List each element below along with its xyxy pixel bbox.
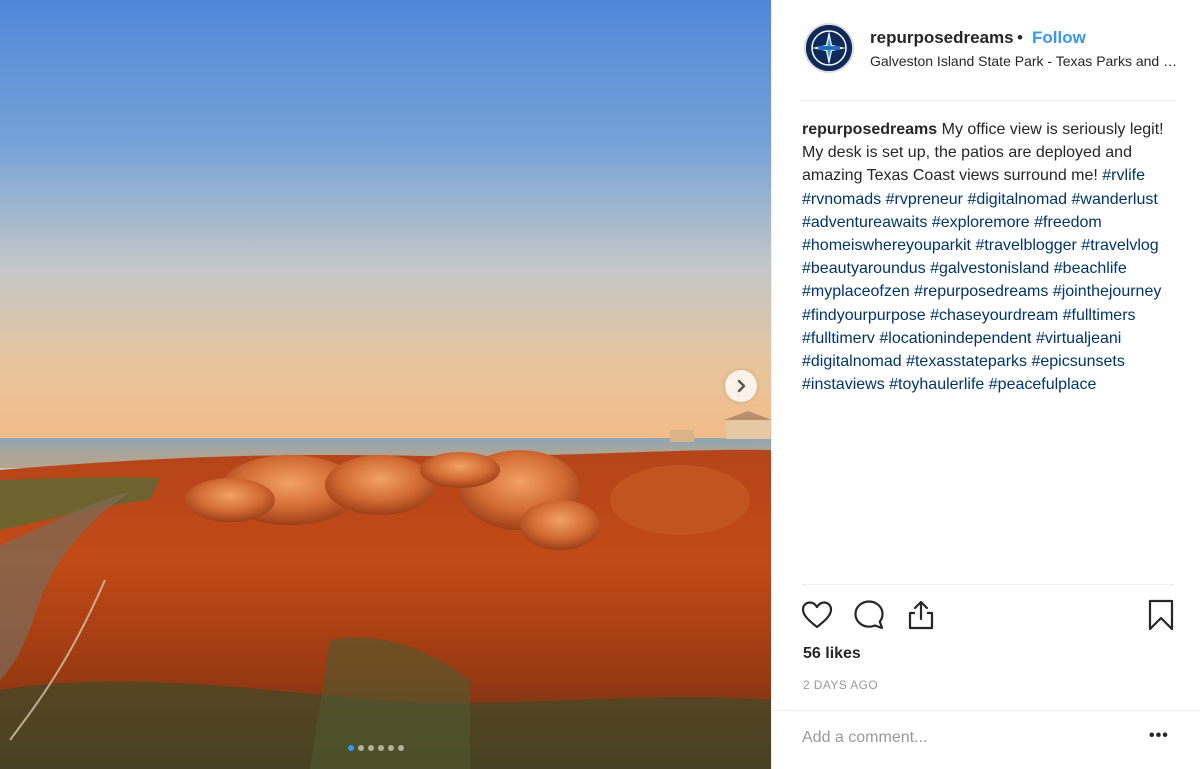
- hashtag-link[interactable]: #digitalnomad: [802, 353, 902, 370]
- compass-logo-icon: [806, 25, 852, 71]
- post-side-panel: repurposedreams • Follow Galveston Islan…: [771, 0, 1200, 769]
- hashtag-link[interactable]: #beachlife: [1054, 260, 1127, 277]
- hashtag-link[interactable]: #virtualjeani: [1036, 330, 1121, 347]
- chevron-right-icon: [737, 379, 746, 393]
- caption-username[interactable]: repurposedreams: [802, 121, 937, 138]
- location-link[interactable]: Galveston Island State Park - Texas Park…: [870, 53, 1178, 69]
- post-photo[interactable]: [0, 0, 771, 769]
- save-bookmark-button[interactable]: [1144, 598, 1178, 632]
- comment-bubble-icon: [854, 600, 884, 630]
- carousel-dot: [358, 745, 364, 751]
- hashtag-link[interactable]: #beautyaroundus: [802, 260, 926, 277]
- comment-input[interactable]: [802, 725, 1132, 751]
- hashtag-link[interactable]: #adventureawaits: [802, 214, 927, 231]
- hashtag-link[interactable]: #instaviews: [802, 376, 885, 393]
- carousel-indicator: [348, 745, 404, 751]
- hashtag-link[interactable]: #epicsunsets: [1031, 353, 1124, 370]
- hashtag-link[interactable]: #wanderlust: [1072, 191, 1158, 208]
- likes-count[interactable]: 56 likes: [803, 645, 861, 663]
- post-date: 2 DAYS AGO: [803, 678, 879, 692]
- avatar[interactable]: [804, 23, 854, 73]
- hashtag-link[interactable]: #peacefulplace: [989, 376, 1097, 393]
- carousel-next-button[interactable]: [725, 370, 757, 402]
- hashtag-link[interactable]: #travelvlog: [1081, 237, 1158, 254]
- hashtag-link[interactable]: #repurposedreams: [914, 283, 1048, 300]
- hashtag-link[interactable]: #fulltimers: [1063, 307, 1136, 324]
- heart-icon: [801, 601, 833, 629]
- header-separator: •: [1017, 28, 1023, 47]
- divider: [802, 100, 1174, 101]
- hashtag-link[interactable]: #rvpreneur: [886, 191, 963, 208]
- hashtag-link[interactable]: #freedom: [1034, 214, 1102, 231]
- carousel-dot: [348, 745, 354, 751]
- bookmark-icon: [1148, 599, 1174, 631]
- header-username[interactable]: repurposedreams: [870, 28, 1014, 48]
- hashtag-link[interactable]: #fulltimerv: [802, 330, 875, 347]
- hashtag-link[interactable]: #toyhaulerlife: [889, 376, 984, 393]
- carousel-dot: [378, 745, 384, 751]
- hashtag-link[interactable]: #texasstateparks: [906, 353, 1027, 370]
- hashtag-link[interactable]: #locationindependent: [879, 330, 1031, 347]
- hashtag-link[interactable]: #travelblogger: [975, 237, 1076, 254]
- hashtag-link[interactable]: #jointhejourney: [1053, 283, 1162, 300]
- post-caption: repurposedreams My office view is seriou…: [802, 118, 1174, 396]
- carousel-dot: [368, 745, 374, 751]
- hashtag-link[interactable]: #findyourpurpose: [802, 307, 926, 324]
- comment-button[interactable]: [852, 598, 886, 632]
- carousel-dot: [388, 745, 394, 751]
- divider: [772, 710, 1200, 711]
- hashtag-link[interactable]: #rvlife: [1102, 167, 1145, 184]
- hashtag-list: #rvlife #rvnomads #rvpreneur #digitalnom…: [802, 167, 1161, 393]
- hashtag-link[interactable]: #chaseyourdream: [930, 307, 1058, 324]
- hashtag-link[interactable]: #galvestonisland: [930, 260, 1049, 277]
- post-header: repurposedreams • Follow Galveston Islan…: [772, 0, 1200, 100]
- hashtag-link[interactable]: #rvnomads: [802, 191, 881, 208]
- hashtag-link[interactable]: #myplaceofzen: [802, 283, 910, 300]
- sunset-marsh-photo: [0, 0, 771, 769]
- share-button[interactable]: [904, 598, 938, 632]
- like-button[interactable]: [800, 598, 834, 632]
- follow-button[interactable]: Follow: [1032, 28, 1086, 48]
- hashtag-link[interactable]: #exploremore: [932, 214, 1030, 231]
- hashtag-link[interactable]: #homeiswhereyouparkit: [802, 237, 971, 254]
- hashtag-link[interactable]: #digitalnomad: [967, 191, 1067, 208]
- more-options-button[interactable]: •••: [1149, 727, 1169, 745]
- carousel-dot: [398, 745, 404, 751]
- share-upload-icon: [908, 600, 934, 630]
- divider: [802, 584, 1174, 585]
